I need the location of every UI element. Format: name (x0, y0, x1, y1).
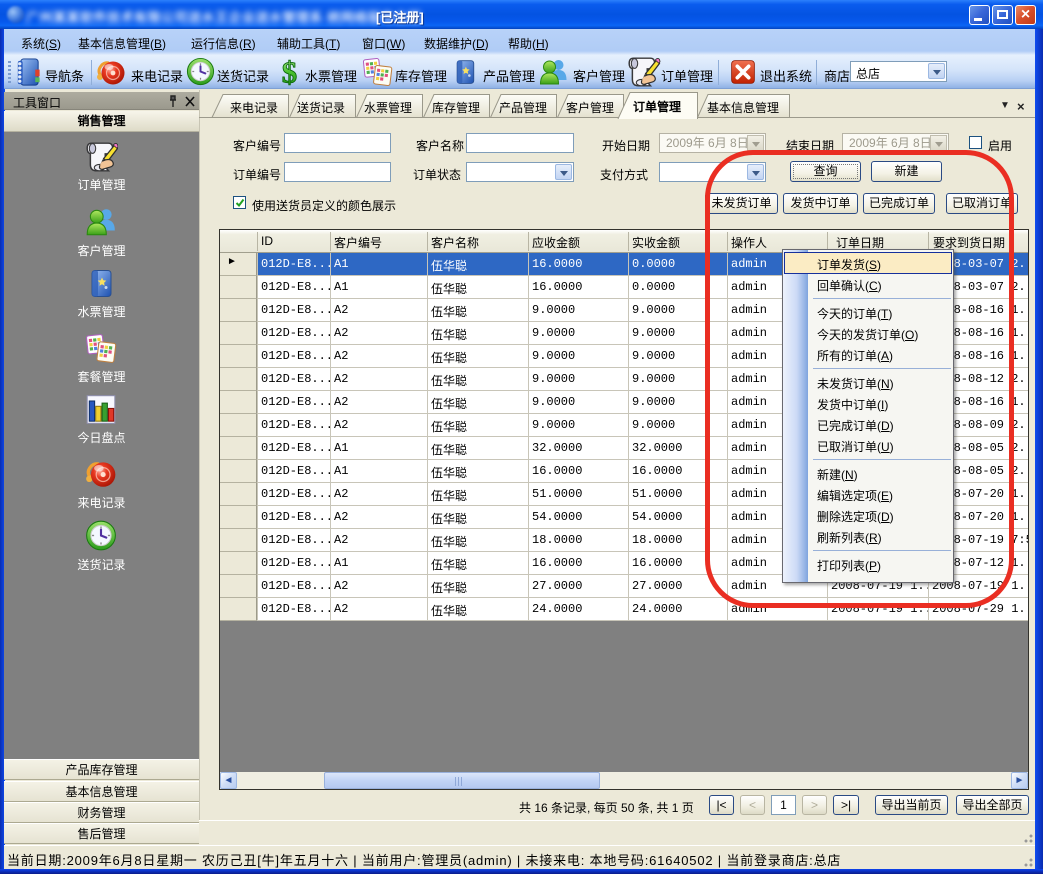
svg-text:$: $ (282, 55, 297, 88)
